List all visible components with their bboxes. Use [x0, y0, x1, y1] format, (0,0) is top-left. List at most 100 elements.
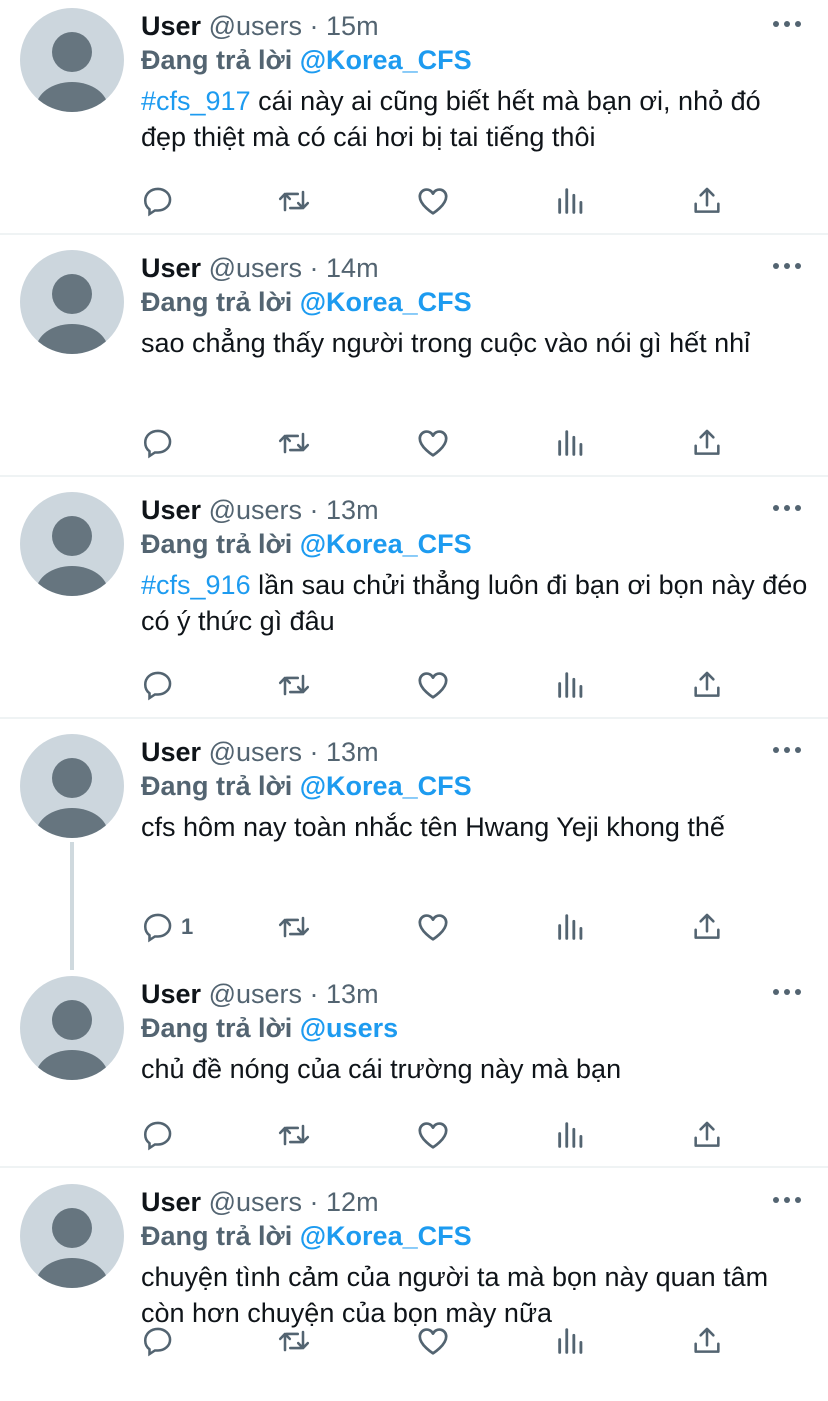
separator-dot: · [309, 495, 319, 525]
avatar[interactable] [20, 492, 124, 596]
retweet-button[interactable] [276, 181, 312, 221]
analytics-button[interactable] [554, 423, 588, 463]
timestamp[interactable]: 13m [326, 495, 379, 525]
replying-mention[interactable]: @users [300, 1013, 398, 1043]
analytics-button[interactable] [554, 1321, 588, 1361]
display-name[interactable]: User [141, 737, 201, 767]
like-button[interactable] [415, 1321, 451, 1361]
timestamp[interactable]: 14m [326, 253, 379, 283]
timestamp[interactable]: 12m [326, 1187, 379, 1217]
tweet[interactable]: User @users · 13m Đang trả lời @Korea_CF… [0, 484, 828, 719]
retweet-button[interactable] [276, 1321, 312, 1361]
reply-button[interactable] [141, 423, 181, 463]
analytics-button[interactable] [554, 1115, 588, 1155]
retweet-button[interactable] [276, 907, 312, 947]
tweet-header: User @users · 12m [141, 1184, 379, 1220]
avatar[interactable] [20, 976, 124, 1080]
tweet[interactable]: User @users · 15m Đang trả lời @Korea_CF… [0, 0, 828, 235]
like-icon [418, 188, 448, 215]
replying-label: Đang trả lời [141, 1013, 293, 1043]
analytics-icon [558, 430, 583, 456]
replying-to: Đang trả lời @Korea_CFS [141, 526, 472, 562]
like-icon [418, 1328, 448, 1355]
share-button[interactable] [690, 181, 724, 221]
share-button[interactable] [690, 907, 724, 947]
user-handle[interactable]: @users [209, 1187, 302, 1217]
replying-mention[interactable]: @Korea_CFS [300, 287, 472, 317]
display-name[interactable]: User [141, 253, 201, 283]
replying-mention[interactable]: @Korea_CFS [300, 45, 472, 75]
reply-icon [143, 429, 172, 459]
tweet-actions [0, 1321, 828, 1361]
tweet-header: User @users · 13m [141, 976, 379, 1012]
timestamp[interactable]: 13m [326, 979, 379, 1009]
tweet-actions [0, 423, 828, 463]
like-button[interactable] [415, 181, 451, 221]
analytics-button[interactable] [554, 907, 588, 947]
like-button[interactable] [415, 1115, 451, 1155]
replying-mention[interactable]: @Korea_CFS [300, 1221, 472, 1251]
hashtag-link[interactable]: #cfs_917 [141, 86, 251, 116]
like-button[interactable] [415, 665, 451, 705]
reply-button[interactable] [141, 181, 181, 221]
retweet-icon [278, 432, 310, 454]
tweet[interactable]: User @users · 12m Đang trả lời @Korea_CF… [0, 1176, 828, 1401]
hashtag-link[interactable]: #cfs_916 [141, 570, 251, 600]
replying-to: Đang trả lời @Korea_CFS [141, 42, 472, 78]
reply-button[interactable] [141, 665, 181, 705]
user-handle[interactable]: @users [209, 737, 302, 767]
replying-to: Đang trả lời @Korea_CFS [141, 1218, 472, 1254]
more-icon[interactable] [772, 18, 802, 30]
share-icon [694, 1327, 720, 1353]
retweet-icon [278, 674, 310, 696]
avatar[interactable] [20, 1184, 124, 1288]
reply-button[interactable] [141, 1321, 181, 1361]
more-icon[interactable] [772, 260, 802, 272]
analytics-icon [558, 914, 583, 940]
tweet-header: User @users · 13m [141, 492, 379, 528]
avatar[interactable] [20, 250, 124, 354]
tweet[interactable]: User @users · 13m Đang trả lời @Korea_CF… [0, 726, 828, 968]
display-name[interactable]: User [141, 979, 201, 1009]
analytics-button[interactable] [554, 665, 588, 705]
replying-to: Đang trả lời @Korea_CFS [141, 284, 472, 320]
share-button[interactable] [690, 423, 724, 463]
replying-mention[interactable]: @Korea_CFS [300, 529, 472, 559]
user-handle[interactable]: @users [209, 253, 302, 283]
display-name[interactable]: User [141, 1187, 201, 1217]
user-handle[interactable]: @users [209, 495, 302, 525]
share-button[interactable] [690, 665, 724, 705]
retweet-button[interactable] [276, 1115, 312, 1155]
tweet-text: sao chẳng thấy người trong cuộc vào nói … [141, 325, 811, 361]
display-name[interactable]: User [141, 495, 201, 525]
like-button[interactable] [415, 907, 451, 947]
like-button[interactable] [415, 423, 451, 463]
share-button[interactable] [690, 1321, 724, 1361]
share-button[interactable] [690, 1115, 724, 1155]
more-icon[interactable] [772, 986, 802, 998]
tweet-header: User @users · 13m [141, 734, 379, 770]
more-icon[interactable] [772, 502, 802, 514]
replying-to: Đang trả lời @Korea_CFS [141, 768, 472, 804]
analytics-button[interactable] [554, 181, 588, 221]
retweet-button[interactable] [276, 665, 312, 705]
replying-mention[interactable]: @Korea_CFS [300, 771, 472, 801]
timestamp[interactable]: 13m [326, 737, 379, 767]
user-handle[interactable]: @users [209, 11, 302, 41]
tweet[interactable]: User @users · 14m Đang trả lời @Korea_CF… [0, 242, 828, 477]
tweet-actions [0, 1115, 828, 1155]
tweet[interactable]: User @users · 13m Đang trả lời @users ch… [0, 968, 828, 1168]
avatar[interactable] [20, 734, 124, 838]
user-handle[interactable]: @users [209, 979, 302, 1009]
reply-button[interactable] [141, 1115, 181, 1155]
retweet-button[interactable] [276, 423, 312, 463]
more-icon[interactable] [772, 1194, 802, 1206]
avatar[interactable] [20, 8, 124, 112]
reply-button[interactable]: 1 [141, 907, 193, 947]
display-name[interactable]: User [141, 11, 201, 41]
tweet-text: cfs hôm nay toàn nhắc tên Hwang Yeji kho… [141, 809, 811, 845]
separator-dot: · [309, 1187, 319, 1217]
timestamp[interactable]: 15m [326, 11, 379, 41]
like-icon [418, 1122, 448, 1149]
more-icon[interactable] [772, 744, 802, 756]
